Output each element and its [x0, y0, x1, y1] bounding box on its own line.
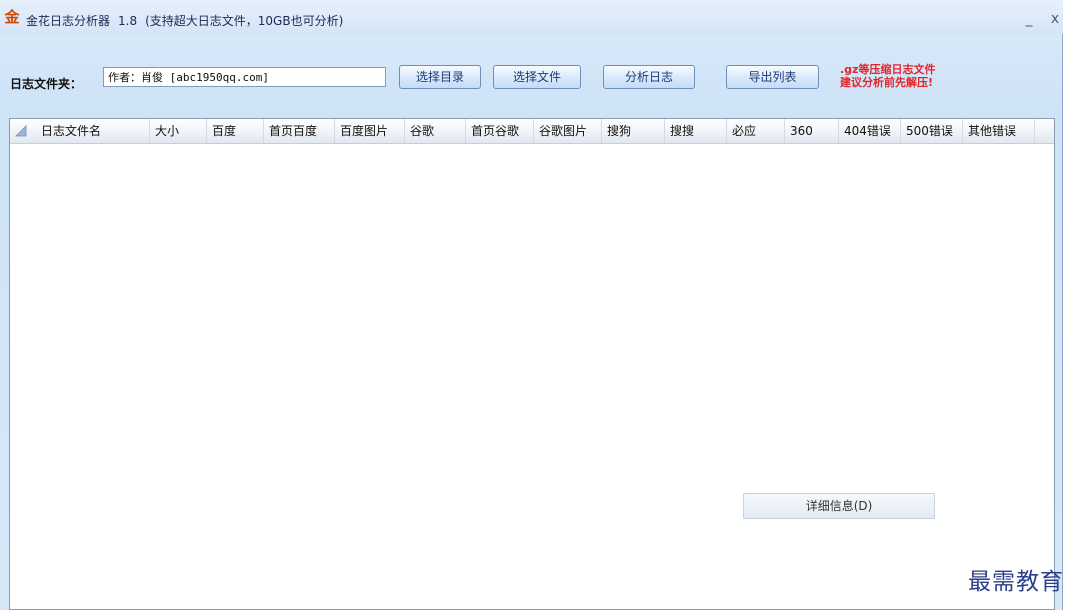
column-header-filename[interactable]: 日志文件名 — [36, 119, 150, 143]
warning-line-2: 建议分析前先解压! — [840, 76, 934, 89]
app-name: 金花日志分析器 — [26, 14, 111, 28]
minimize-button[interactable]: _ — [1020, 10, 1038, 28]
column-header-size[interactable]: 大小 — [150, 119, 207, 143]
column-header-baidu-home[interactable]: 首页百度 — [264, 119, 335, 143]
column-header-google[interactable]: 谷歌 — [405, 119, 466, 143]
folder-input[interactable]: 作者：肖俊 [abc1950qq.com] — [103, 67, 386, 87]
column-header-500-error[interactable]: 500错误 — [901, 119, 963, 143]
column-header-baidu-image[interactable]: 百度图片 — [335, 119, 405, 143]
close-button[interactable]: x — [1046, 10, 1064, 28]
compression-warning: .gz等压缩日志文件 建议分析前先解压! — [840, 63, 935, 89]
column-header-sogou[interactable]: 搜狗 — [602, 119, 665, 143]
details-button[interactable]: 详细信息(D) — [743, 493, 935, 519]
column-header-360[interactable]: 360 — [785, 119, 839, 143]
window-title: 金花日志分析器 1.8 (支持超大日志文件，10GB也可分析) — [26, 12, 343, 29]
analyze-log-button[interactable]: 分析日志 — [603, 65, 695, 89]
select-directory-button[interactable]: 选择目录 — [399, 65, 481, 89]
app-window: 金 金花日志分析器 1.8 (支持超大日志文件，10GB也可分析) _ x 日志文件… — [0, 0, 1063, 610]
toolbar: 日志文件夹： 作者：肖俊 [abc1950qq.com] 选择目录 选择文件 分… — [0, 58, 1063, 98]
warning-line-1: .gz等压缩日志文件 — [840, 63, 936, 76]
app-note: (支持超大日志文件，10GB也可分析) — [145, 14, 344, 28]
folder-label: 日志文件夹： — [10, 77, 83, 91]
export-list-button[interactable]: 导出列表 — [726, 65, 819, 89]
column-header-soso[interactable]: 搜搜 — [665, 119, 727, 143]
column-header-google-image[interactable]: 谷歌图片 — [534, 119, 602, 143]
column-header-other-error[interactable]: 其他错误 — [963, 119, 1035, 143]
app-logo-icon: 金 — [4, 8, 20, 26]
watermark: 最需教育 — [968, 569, 1064, 595]
column-header-baidu[interactable]: 百度 — [207, 119, 264, 143]
column-header-404-error[interactable]: 404错误 — [839, 119, 901, 143]
select-file-button[interactable]: 选择文件 — [493, 65, 581, 89]
column-header-bing[interactable]: 必应 — [727, 119, 785, 143]
app-version: 1.8 — [118, 14, 138, 28]
select-all-icon[interactable] — [10, 119, 36, 143]
list-body: 详细信息(D) — [10, 144, 1054, 609]
title-bar: 金 金花日志分析器 1.8 (支持超大日志文件，10GB也可分析) _ x — [0, 0, 1063, 34]
list-header: 日志文件名 大小 百度 首页百度 百度图片 谷歌 首页谷歌 谷歌图片 搜狗 搜搜… — [10, 119, 1054, 144]
column-header-google-home[interactable]: 首页谷歌 — [466, 119, 534, 143]
log-list-view[interactable]: 日志文件名 大小 百度 首页百度 百度图片 谷歌 首页谷歌 谷歌图片 搜狗 搜搜… — [9, 118, 1055, 610]
